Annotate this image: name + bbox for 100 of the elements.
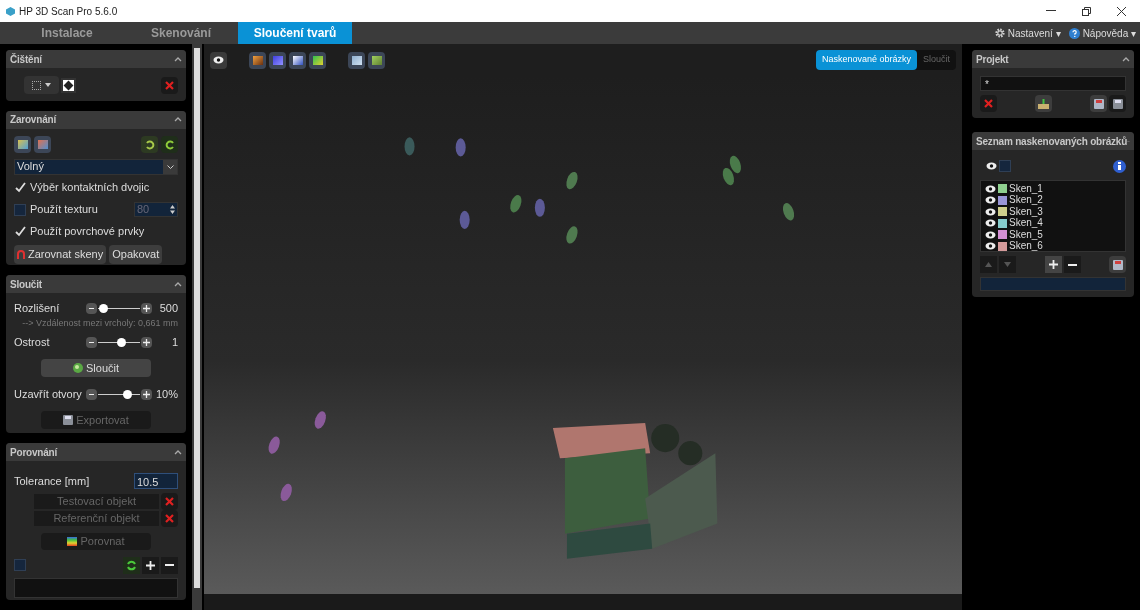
checkbox[interactable] [14,559,26,572]
close-icon [165,497,174,507]
delete-button[interactable] [161,76,178,94]
eye-icon[interactable] [985,207,996,216]
remove-button[interactable] [161,556,178,574]
plus-button[interactable] [141,336,152,348]
scan-item[interactable]: Sken_6 [985,240,1125,252]
panel-title: Seznam naskenovaných obrázků [976,134,1128,149]
minus-icon [1067,263,1077,266]
slider-thumb[interactable] [123,389,133,399]
save-icon [1093,98,1104,109]
camera-button[interactable] [348,51,365,69]
maximize-icon[interactable] [1082,6,1091,16]
collapse-icon[interactable] [1122,56,1130,62]
eye-icon[interactable] [985,196,996,205]
dropdown-arrow-icon [45,83,51,87]
grid-view-button[interactable] [14,136,31,154]
tolerance-field[interactable]: 10.5 [134,473,178,490]
minus-button[interactable] [86,302,97,314]
save-icon [63,415,74,426]
plus-button[interactable] [141,302,152,314]
mode-select[interactable]: Volný [14,158,178,175]
menu-button[interactable]: Nápověda ▾ [1068,25,1136,41]
scan-name: Sken_1 [1009,183,1043,194]
slider-thumb[interactable] [117,337,127,347]
window-title: HP 3D Scan Pro 5.6.0 [19,4,118,19]
eye-icon[interactable] [985,242,996,251]
panel-header[interactable]: Seznam naskenovaných obrázků [972,132,1134,150]
collapse-icon[interactable] [174,117,182,123]
scan-item[interactable]: Sken_3 [985,206,1125,218]
remove-button[interactable] [1063,256,1081,273]
delete-button[interactable] [161,510,178,528]
light-button[interactable] [289,51,306,69]
invert-selection-button[interactable] [61,77,76,93]
close-icon [984,99,993,108]
eye-icon[interactable] [985,184,996,193]
checkbox[interactable] [999,160,1011,172]
up-arrow-icon [985,262,992,267]
info-icon [1118,162,1121,170]
project-name-field[interactable]: * [980,76,1126,91]
close-icon[interactable] [1117,6,1126,16]
scrollbar[interactable] [192,44,202,610]
undo-button[interactable] [141,136,158,154]
panel-header[interactable]: Porovnání [6,443,186,462]
eye-toggle-button[interactable] [210,51,227,69]
minus-icon [165,564,174,567]
shading-button[interactable] [269,51,286,69]
panel-header[interactable]: Zarovnání [6,110,186,129]
eye-icon[interactable] [985,230,996,239]
action-button[interactable]: Opakovat [109,244,163,264]
selection-dropdown[interactable] [24,76,59,94]
panel-header[interactable]: Čištění [6,50,186,68]
tab[interactable]: Skenování [124,22,238,44]
save-button[interactable] [1109,95,1126,112]
scan-item[interactable]: Sken_5 [985,229,1125,241]
refresh-button[interactable] [123,556,140,574]
panel-title: Čištění [10,52,42,67]
scan-name: Sken_5 [1009,229,1043,240]
eye-icon[interactable] [986,162,997,170]
redo-button[interactable] [161,136,178,154]
panel-header[interactable]: Sloučit [6,275,186,294]
plus-button[interactable] [141,388,152,400]
add-button[interactable] [142,556,159,574]
down-arrow-icon [1004,262,1011,267]
collapse-icon[interactable] [174,281,182,287]
spinner-icon [170,205,175,215]
scan-item[interactable]: Sken_4 [985,217,1125,229]
globe-icon [73,363,83,374]
import-button[interactable] [1035,95,1052,112]
list-view-button[interactable] [34,136,51,154]
checkbox-label: Výběr kontaktních dvojic [30,180,150,196]
delete-button[interactable] [161,493,178,511]
collapse-icon[interactable] [174,56,182,62]
eye-icon[interactable] [985,219,996,228]
save-as-button[interactable] [1109,256,1126,273]
minimize-icon[interactable] [1046,10,1056,12]
merge-button[interactable]: Sloučit [41,359,151,378]
panel-header[interactable]: Projekt [972,50,1134,68]
tab[interactable]: Instalace [10,22,124,44]
undo-icon [144,139,155,150]
texture-button[interactable] [249,51,266,69]
scan-item[interactable]: Sken_2 [985,194,1125,206]
folder-button[interactable] [368,51,385,69]
action-button[interactable]: Zarovnat skeny [14,244,107,264]
eye-icon[interactable] [213,56,224,64]
checkbox-label: Použít povrchové prvky [30,224,145,240]
slider-thumb[interactable] [99,303,109,313]
scan-name: Sken_4 [1009,218,1043,229]
delete-button[interactable] [980,95,997,112]
scrollbar-thumb[interactable] [194,48,200,588]
info-button[interactable] [1113,159,1126,173]
add-button[interactable] [1044,256,1062,273]
menu-button[interactable]: Nastavení ▾ [994,25,1061,41]
save-as-button[interactable] [1090,95,1107,112]
minus-button[interactable] [86,336,97,348]
minus-button[interactable] [86,388,97,400]
heatmap-button[interactable] [309,51,326,69]
checkbox[interactable] [14,203,26,216]
collapse-icon[interactable] [174,449,182,455]
scan-item[interactable]: Sken_1 [985,183,1125,195]
